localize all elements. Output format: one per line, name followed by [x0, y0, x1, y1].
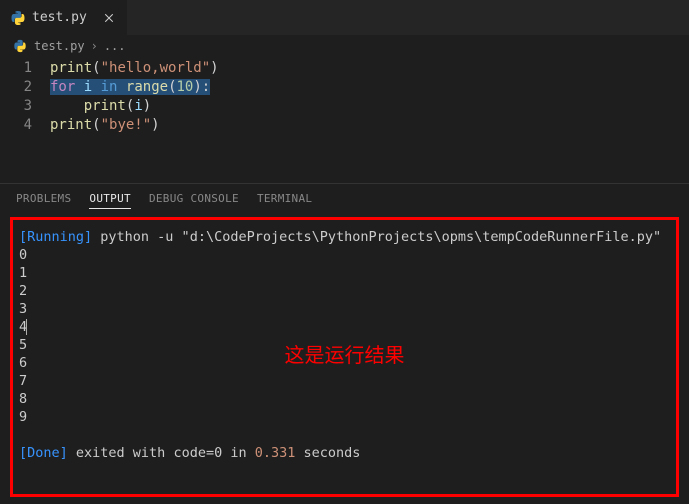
- close-icon[interactable]: [101, 10, 117, 26]
- line-code[interactable]: print("hello,world"): [50, 59, 219, 78]
- output-line: 7: [19, 372, 670, 390]
- output-line: 5: [19, 336, 670, 354]
- line-code[interactable]: for i in range(10):: [50, 78, 210, 97]
- output-line: 6: [19, 354, 670, 372]
- output-line: 0: [19, 246, 670, 264]
- output-line: 9: [19, 408, 670, 426]
- output-line: 8: [19, 390, 670, 408]
- python-file-icon: [12, 38, 28, 54]
- breadcrumb-more: ...: [104, 39, 126, 53]
- output-done-text: exited with code=0 in: [68, 445, 255, 461]
- python-file-icon: [10, 10, 26, 26]
- output-done-text: seconds: [295, 445, 360, 461]
- editor-line[interactable]: 3 print(i): [0, 97, 689, 116]
- chevron-right-icon: ›: [91, 39, 98, 53]
- tab-debug-console[interactable]: DEBUG CONSOLE: [149, 192, 239, 209]
- output-panel: [Running] python -u "d:\CodeProjects\Pyt…: [10, 217, 679, 497]
- output-done-seconds: 0.331: [255, 445, 296, 461]
- line-number: 1: [0, 59, 50, 78]
- tab-problems[interactable]: PROBLEMS: [16, 192, 71, 209]
- output-line: 3: [19, 300, 670, 318]
- line-number: 2: [0, 78, 50, 97]
- breadcrumb[interactable]: test.py › ...: [0, 35, 689, 57]
- editor-line[interactable]: 4print("bye!"): [0, 116, 689, 135]
- tab-bar: test.py: [0, 0, 689, 35]
- breadcrumb-filename: test.py: [34, 39, 85, 53]
- output-line: 1: [19, 264, 670, 282]
- output-running-label: [Running]: [19, 229, 92, 245]
- output-line: 4: [19, 318, 670, 336]
- output-running-cmd: python -u "d:\CodeProjects\PythonProject…: [92, 229, 661, 245]
- tab-test-py[interactable]: test.py: [0, 0, 128, 35]
- tab-terminal[interactable]: TERMINAL: [257, 192, 312, 209]
- code-editor[interactable]: 1print("hello,world")2for i in range(10)…: [0, 57, 689, 145]
- output-content[interactable]: [Running] python -u "d:\CodeProjects\Pyt…: [19, 228, 670, 462]
- output-line: 2: [19, 282, 670, 300]
- line-number: 4: [0, 116, 50, 135]
- editor-line[interactable]: 2for i in range(10):: [0, 78, 689, 97]
- line-code[interactable]: print("bye!"): [50, 116, 160, 135]
- tab-filename: test.py: [32, 10, 87, 25]
- editor-line[interactable]: 1print("hello,world"): [0, 59, 689, 78]
- output-done-label: [Done]: [19, 445, 68, 461]
- tab-output[interactable]: OUTPUT: [89, 192, 131, 209]
- panel-tabs: PROBLEMS OUTPUT DEBUG CONSOLE TERMINAL: [0, 183, 689, 213]
- line-code[interactable]: print(i): [50, 97, 151, 116]
- line-number: 3: [0, 97, 50, 116]
